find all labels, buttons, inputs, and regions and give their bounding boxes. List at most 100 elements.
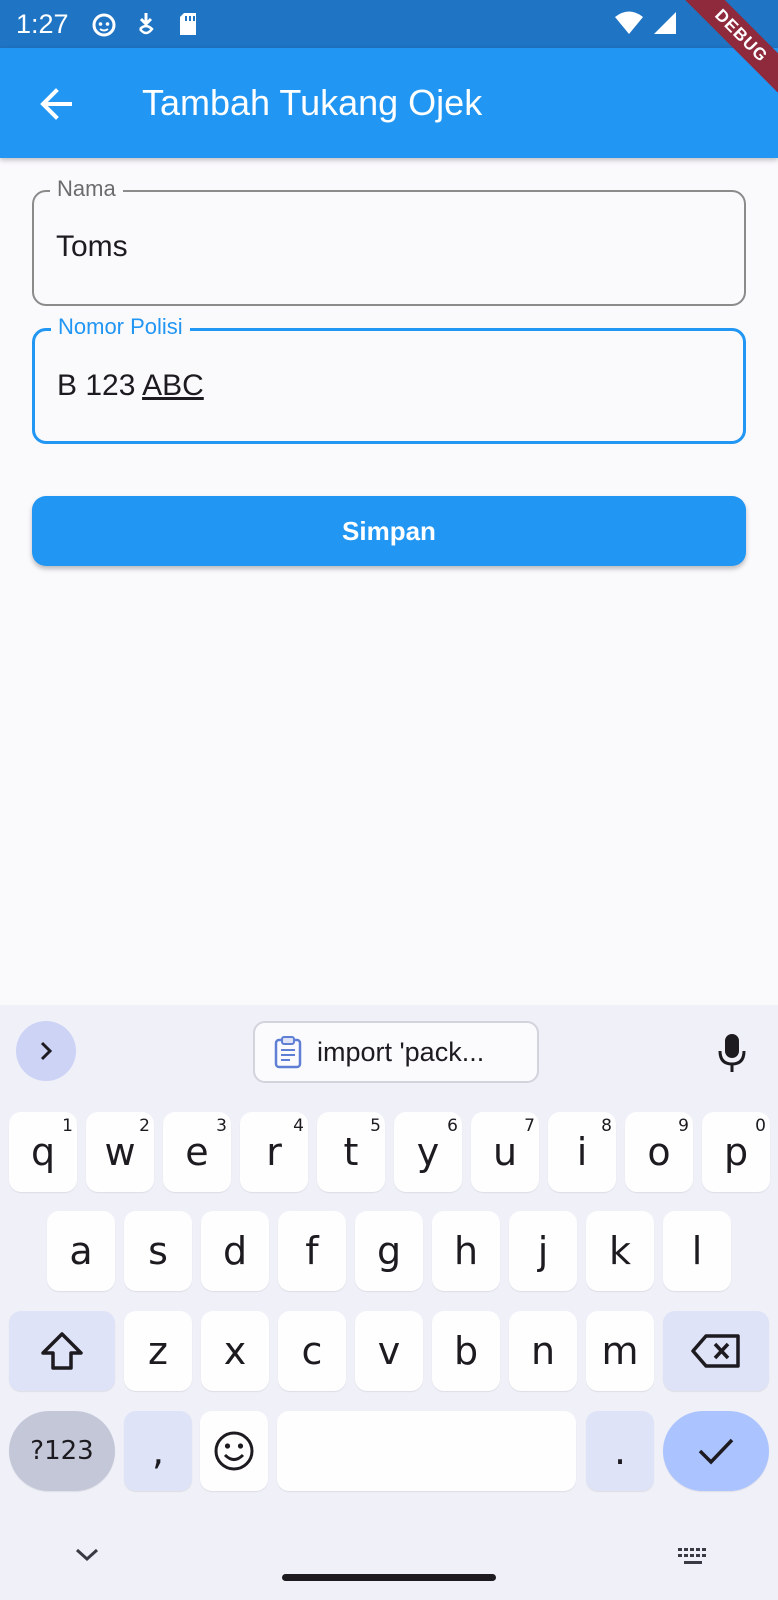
key-z[interactable]: z [124,1311,192,1391]
key-r[interactable]: r4 [240,1112,308,1192]
key-m-label: m [601,1329,639,1373]
key-r-label: r [266,1130,282,1174]
page-title: Tambah Tukang Ojek [142,82,483,123]
key-y-label: y [416,1130,440,1174]
sd-card-icon [175,11,201,37]
key-o-label: o [647,1130,671,1174]
chevron-down-icon [75,1548,99,1562]
nomor-polisi-composing-text: ABC [142,369,204,402]
key-l[interactable]: l [663,1211,731,1291]
key-s-label: s [148,1229,168,1273]
key-w-label: w [104,1130,136,1174]
key-o[interactable]: o9 [625,1112,693,1192]
nomor-polisi-value: B 123 ABC [57,369,204,403]
key-j[interactable]: j [509,1211,577,1291]
key-f-label: f [305,1229,319,1273]
checkmark-icon [698,1438,734,1465]
arrow-back-icon [40,88,72,120]
emoji-key[interactable] [200,1411,268,1491]
nomor-polisi-value-plain: B 123 [57,369,143,402]
key-b[interactable]: b [432,1311,500,1391]
key-t-label: t [343,1130,359,1174]
nama-field[interactable]: Nama Toms [32,176,746,306]
key-g-label: g [376,1229,402,1273]
key-j-label: j [537,1229,549,1273]
keyboard-switcher-button[interactable] [676,1545,710,1574]
keyboard-expand-button[interactable] [16,1021,76,1081]
key-d-label: d [222,1229,248,1273]
key-u-hint: 7 [524,1116,535,1136]
wifi-icon [614,10,644,41]
done-key[interactable] [663,1411,769,1491]
key-s[interactable]: s [124,1211,192,1291]
key-m[interactable]: m [586,1311,654,1391]
key-c-label: c [301,1329,323,1373]
signal-icon [652,10,678,41]
shift-key[interactable] [9,1311,115,1391]
key-e-label: e [185,1130,209,1174]
key-x-label: x [223,1329,247,1373]
clipboard-suggestion-text: import 'pack... [317,1036,485,1067]
key-y-hint: 6 [447,1116,458,1136]
save-button[interactable]: Simpan [32,496,746,566]
hide-keyboard-button[interactable] [72,1545,102,1570]
key-e[interactable]: e3 [163,1112,231,1192]
comma-key-label: , [151,1429,165,1473]
key-n[interactable]: n [509,1311,577,1391]
key-f[interactable]: f [278,1211,346,1291]
comma-key[interactable]: , [124,1411,192,1491]
key-r-hint: 4 [293,1116,304,1136]
key-h-label: h [453,1229,479,1273]
key-g[interactable]: g [355,1211,423,1291]
download-notification-icon [133,11,159,37]
key-p-label: p [723,1130,749,1174]
key-t[interactable]: t5 [317,1112,385,1192]
key-q[interactable]: q1 [9,1112,77,1192]
back-button[interactable] [30,78,82,130]
key-i[interactable]: i8 [548,1112,616,1192]
nama-value: Toms [56,230,128,263]
shift-icon [41,1332,83,1370]
nomor-polisi-label: Nomor Polisi [51,314,190,340]
status-time: 1:27 [16,8,69,39]
key-v[interactable]: v [355,1311,423,1391]
key-a[interactable]: a [47,1211,115,1291]
key-u[interactable]: u7 [471,1112,539,1192]
microphone-icon [718,1034,746,1072]
key-d[interactable]: d [201,1211,269,1291]
cat-app-icon [91,11,117,37]
key-q-hint: 1 [62,1116,73,1136]
keyboard-icon [678,1548,706,1564]
key-x[interactable]: x [201,1311,269,1391]
key-y[interactable]: y6 [394,1112,462,1192]
key-k-label: k [608,1229,631,1273]
space-key[interactable] [277,1411,576,1491]
key-w-hint: 2 [139,1116,150,1136]
key-p[interactable]: p0 [702,1112,770,1192]
clipboard-suggestion-chip[interactable]: import 'pack... [253,1021,539,1083]
key-i-label: i [576,1130,588,1174]
period-key[interactable]: . [586,1411,654,1491]
key-p-hint: 0 [755,1116,766,1136]
soft-keyboard: import 'pack... q1w2e3r4t5y6u7i8o9p0asdf… [0,1005,778,1600]
backspace-key[interactable] [663,1311,769,1391]
key-n-label: n [530,1329,556,1373]
chevron-right-icon [40,1041,53,1061]
key-k[interactable]: k [586,1211,654,1291]
home-indicator[interactable] [282,1574,496,1581]
numbers-key[interactable]: ?123 [9,1411,115,1491]
key-w[interactable]: w2 [86,1112,154,1192]
key-h[interactable]: h [432,1211,500,1291]
nomor-polisi-field[interactable]: Nomor Polisi B 123 ABC [32,314,746,444]
key-u-label: u [492,1130,518,1174]
emoji-icon [214,1431,254,1471]
key-l-label: l [691,1229,703,1273]
status-bar: 1:27 [0,0,778,48]
key-t-hint: 5 [370,1116,381,1136]
key-c[interactable]: c [278,1311,346,1391]
key-b-label: b [453,1329,479,1373]
voice-input-button[interactable] [714,1031,750,1075]
key-v-label: v [377,1329,401,1373]
key-q-label: q [30,1130,56,1174]
key-e-hint: 3 [216,1116,227,1136]
